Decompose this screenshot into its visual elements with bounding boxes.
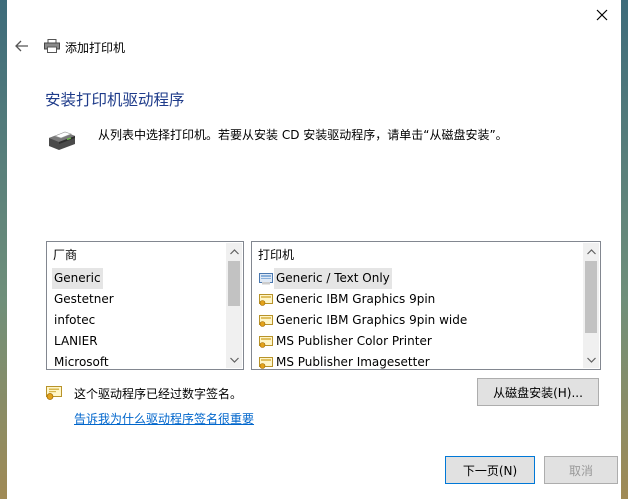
scroll-up-button[interactable]: [226, 243, 242, 260]
signature-status-text: 这个驱动程序已经过数字签名。: [74, 387, 243, 401]
instruction-text: 从列表中选择打印机。若要从安装 CD 安装驱动程序，请单击“从磁盘安装”。: [98, 128, 508, 142]
printer-list[interactable]: 打印机 Generic / Text Only Generic IBM Grap…: [251, 241, 601, 370]
chevron-down-icon: [229, 357, 239, 363]
printer-list-header: 打印机: [258, 248, 295, 262]
printer-icon: [49, 131, 75, 150]
manufacturer-list[interactable]: 厂商 Generic Gestetner infotec LANIER Micr…: [46, 241, 244, 370]
manufacturer-list-header: 厂商: [53, 248, 78, 262]
back-button[interactable]: [14, 38, 30, 54]
list-item[interactable]: Generic IBM Graphics 9pin wide: [253, 310, 582, 331]
list-item[interactable]: Generic / Text Only: [253, 268, 582, 289]
printer-scrollbar[interactable]: [583, 243, 599, 368]
chevron-down-icon: [586, 357, 596, 363]
scroll-up-button[interactable]: [583, 243, 599, 260]
chevron-up-icon: [586, 248, 596, 254]
list-item[interactable]: MS Publisher Color Printer: [253, 331, 582, 352]
next-button[interactable]: 下一页(N): [445, 456, 535, 484]
back-arrow-icon: [15, 40, 28, 52]
close-icon: [596, 9, 608, 21]
page-heading: 安装打印机驱动程序: [45, 91, 185, 109]
list-item[interactable]: Gestetner: [48, 289, 225, 310]
certificate-icon: [46, 386, 62, 400]
certified-driver-icon: [259, 293, 273, 306]
scroll-down-button[interactable]: [226, 351, 242, 368]
close-button[interactable]: [591, 4, 613, 26]
scroll-thumb[interactable]: [585, 261, 597, 333]
certified-driver-icon: [259, 356, 273, 369]
list-item[interactable]: Generic: [48, 268, 225, 289]
list-item[interactable]: Microsoft: [48, 352, 225, 373]
certified-driver-icon: [259, 314, 273, 327]
title-bar: 添加打印机: [7, 32, 407, 60]
scroll-thumb[interactable]: [228, 261, 240, 306]
list-item[interactable]: infotec: [48, 310, 225, 331]
window-title: 添加打印机: [65, 41, 126, 55]
list-item[interactable]: MS Publisher Imagesetter: [253, 352, 582, 373]
add-printer-window: 添加打印机 安装打印机驱动程序 从列表中选择打印机。若要从安装 CD 安装驱动程…: [7, 0, 621, 499]
list-item[interactable]: Generic IBM Graphics 9pin: [253, 289, 582, 310]
chevron-up-icon: [229, 248, 239, 254]
printer-driver-icon: [259, 272, 273, 284]
manufacturer-scrollbar[interactable]: [226, 243, 242, 368]
cancel-button[interactable]: 取消: [544, 456, 618, 484]
printer-icon: [44, 39, 60, 53]
have-disk-button[interactable]: 从磁盘安装(H)...: [477, 378, 599, 406]
scroll-down-button[interactable]: [583, 351, 599, 368]
list-item[interactable]: LANIER: [48, 331, 225, 352]
driver-signing-help-link[interactable]: 告诉我为什么驱动程序签名很重要: [74, 410, 254, 427]
certified-driver-icon: [259, 335, 273, 348]
